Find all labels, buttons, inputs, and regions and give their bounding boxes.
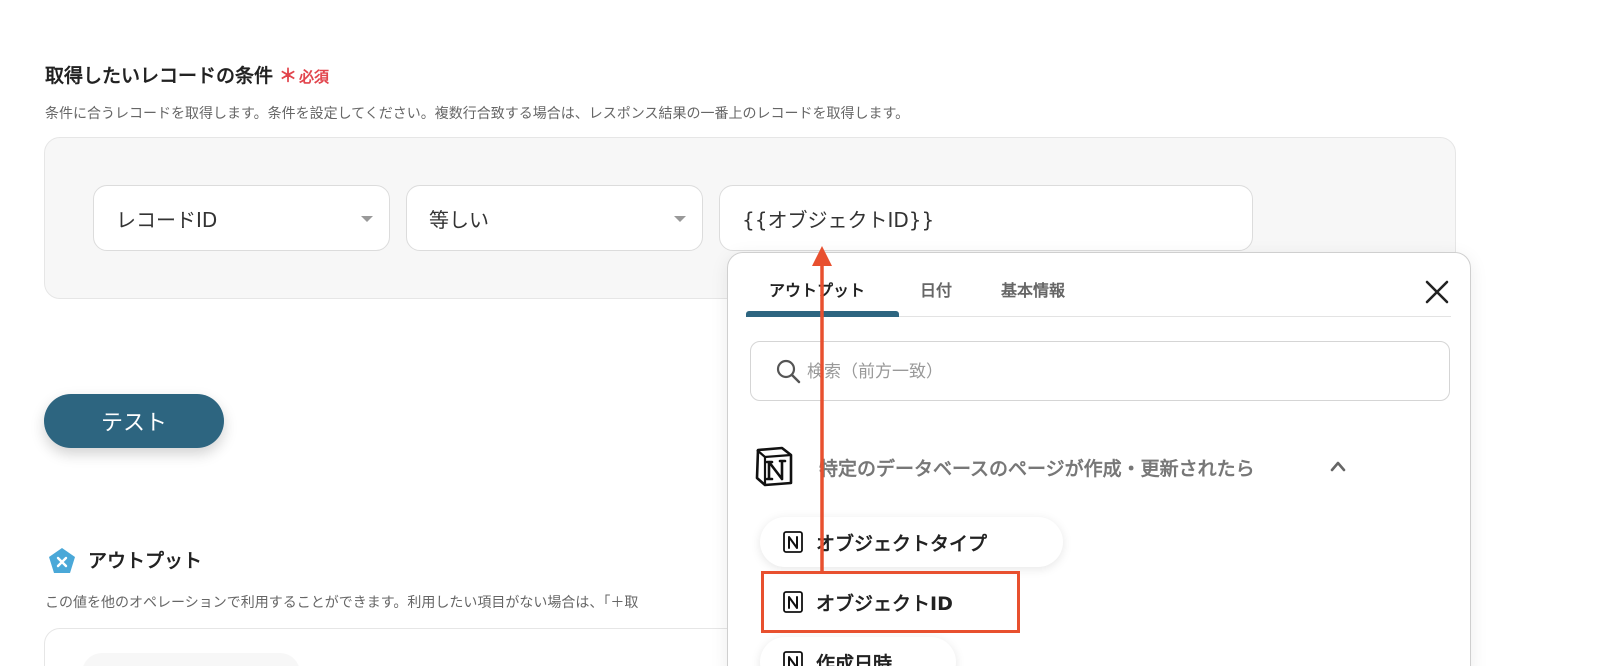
caret-down-icon [361,216,373,222]
item-label: オブジェクトタイプ [816,532,988,555]
chevron-up-icon[interactable] [1330,460,1346,472]
required-badge: ＊必須 [279,66,330,87]
group-label: 特定のデータベースのページが作成・更新されたら [819,458,1255,480]
field-key-select[interactable]: レコードID [93,185,390,251]
search-box [750,341,1450,401]
panel-tabs: アウトプット 日付 基本情報 [746,253,1451,317]
group-header[interactable]: 特定のデータベースのページが作成・更新されたら [754,445,1354,489]
search-input[interactable] [807,356,1427,388]
output-description: この値を他のオペレーションで利用することができます。利用したい項目がない場合は、… [45,595,639,611]
close-icon[interactable] [1424,279,1450,305]
condition-title: 取得したいレコードの条件 [45,65,274,87]
operator-select[interactable]: 等しい [406,185,703,251]
notion-logo-icon [783,531,803,553]
value-input[interactable]: {{オブジェクトID}} [719,185,1253,251]
list-item-object-type[interactable]: オブジェクトタイプ [760,517,1063,567]
operator-value: 等しい [429,207,489,232]
search-icon [776,359,801,384]
notion-logo-icon [755,446,793,487]
output-item-pill[interactable] [82,653,300,666]
notion-logo-icon [783,651,803,666]
tab-date[interactable]: 日付 [920,277,952,301]
output-title: アウトプット [88,550,203,572]
caret-down-icon [674,216,686,222]
x-pentagon-icon [49,548,75,573]
highlight-box [761,571,1020,633]
item-label: 作成日時 [816,652,893,666]
tab-basic-info[interactable]: 基本情報 [1001,277,1065,301]
list-item-created-time[interactable]: 作成日時 [760,637,956,666]
value-text: {{オブジェクトID}} [742,207,935,232]
condition-section-title: 取得したいレコードの条件 ＊必須 [45,61,329,88]
active-tab-indicator [746,311,899,317]
tab-output[interactable]: アウトプット [769,277,865,301]
field-key-value: レコードID [116,207,218,232]
condition-description: 条件に合うレコードを取得します。条件を設定してください。複数行合致する場合は、レ… [45,106,910,122]
test-button[interactable]: テスト [44,394,224,448]
